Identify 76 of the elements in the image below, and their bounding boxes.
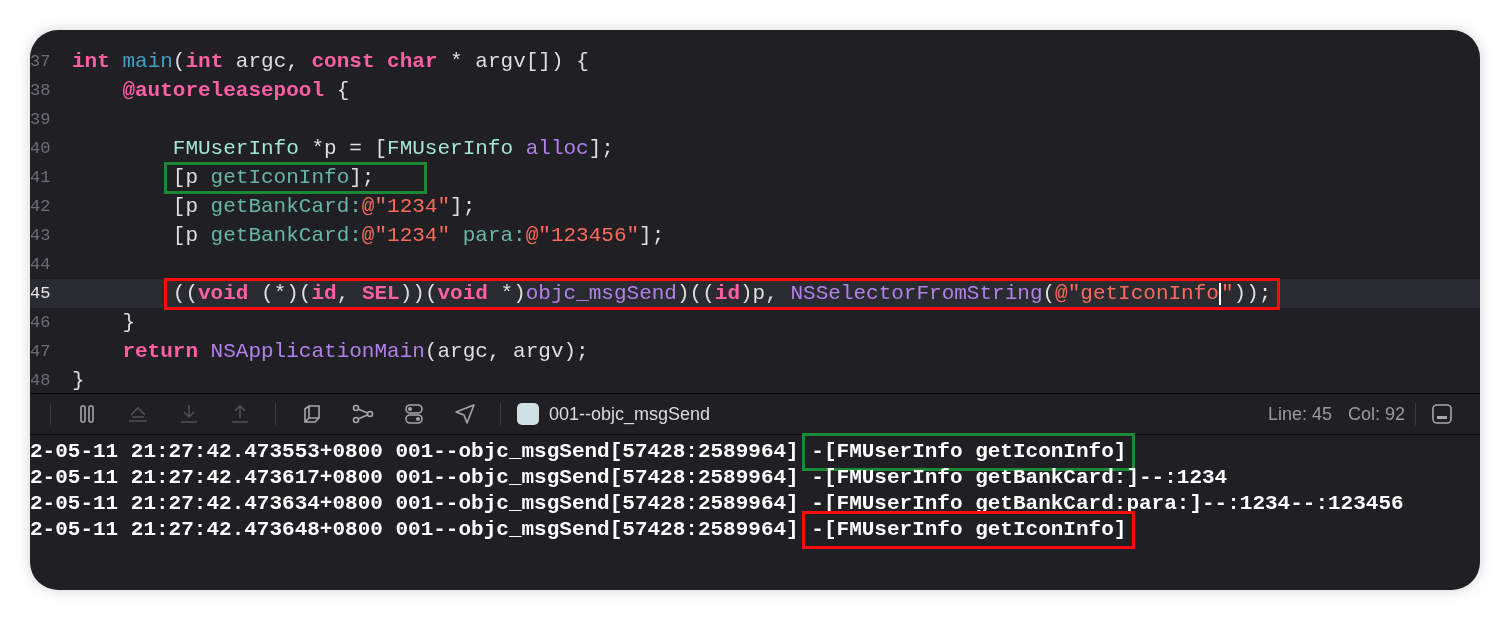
code-text: getBankCard:: [210, 222, 362, 249]
line-number: 40: [30, 137, 52, 160]
code-text: SEL: [361, 280, 400, 307]
code-text: objc_msgSend: [525, 280, 677, 307]
code-text: *): [499, 280, 526, 307]
code-text: int: [185, 48, 224, 75]
code-text: }: [72, 367, 85, 393]
line-number: 47: [30, 340, 52, 363]
code-text: @"getIconInfo: [1055, 280, 1219, 307]
code-text: {: [335, 77, 350, 104]
code-text: ];: [639, 222, 665, 249]
code-text: void: [198, 280, 249, 307]
log-text: -[FMUserInfo getIconInfo]: [811, 517, 1127, 544]
code-text: @"123456": [525, 222, 640, 249]
line-indicator: Line: 45: [1267, 402, 1332, 426]
code-text: (*)(: [260, 280, 312, 307]
code-text: void: [437, 280, 488, 307]
code-text: const char: [311, 48, 438, 75]
code-text: ];: [450, 193, 476, 220]
app-icon: [517, 403, 539, 425]
code-text: ,: [336, 280, 351, 307]
location-arrow-icon: [452, 402, 477, 426]
code-text: [p: [172, 164, 199, 191]
log-text: 2-05-11 21:27:42.473553+0800 001--objc_msgSend[57428:2589964]: [30, 439, 800, 466]
code-text: ];: [588, 135, 614, 162]
code-text: }: [122, 309, 135, 336]
log-text: -[FMUserInfo getIconInfo]: [811, 439, 1127, 466]
code-text: FMUserInfo: [387, 135, 515, 162]
line-number: 37: [30, 50, 52, 73]
code-text: ));: [1233, 280, 1272, 307]
text-cursor: [1218, 282, 1221, 305]
code-text: @"1234": [361, 193, 451, 220]
code-text: ": [1220, 280, 1234, 307]
panel-icon: [1430, 402, 1454, 426]
line-number: 39: [30, 108, 52, 131]
code-text: ))(: [399, 280, 438, 307]
code-text: NSApplicationMain: [210, 338, 425, 365]
log-text: 2-05-11 21:27:42.473634+0800 001--objc_msgSend[57428:2589964] -[FMUserInfo getBankCard:para:]--:1234--:123456: [30, 491, 1404, 518]
code-text: (argc, argv);: [424, 338, 589, 365]
line-number: 38: [30, 79, 52, 102]
code-text: getBankCard:: [210, 193, 362, 220]
log-text: 2-05-11 21:27:42.473648+0800 001--objc_msgSend[57428:2589964]: [30, 517, 800, 544]
code-text: id: [311, 280, 337, 307]
code-text: *p = [: [310, 135, 388, 162]
code-text: FMUserInfo: [172, 135, 299, 162]
line-number: 44: [30, 253, 52, 276]
code-text: ];: [349, 164, 375, 191]
line-number: 48: [30, 369, 52, 392]
code-text: id: [714, 280, 740, 307]
scheme-name[interactable]: 001--objc_msgSend: [549, 400, 711, 428]
code-text: @autoreleasepool: [122, 77, 325, 104]
line-number: 42: [30, 195, 52, 218]
line-number: 46: [30, 311, 52, 334]
code-text: @"1234": [361, 222, 452, 249]
log-text: 2-05-11 21:27:42.473617+0800 001--objc_msgSend[57428:2589964] -[FMUserInfo getBankCard:]--:1234: [30, 465, 1228, 492]
code-text: NSSelectorFromString: [790, 280, 1043, 307]
code-text: (: [1042, 280, 1056, 307]
code-text: )((: [677, 280, 715, 307]
code-text: argc,: [234, 48, 300, 75]
line-number: 41: [30, 166, 52, 189]
code-text: alloc: [525, 135, 589, 162]
code-text: return: [122, 338, 199, 365]
code-text: int: [72, 48, 111, 75]
line-number: 45: [30, 282, 52, 305]
code-text: * argv[]) {: [449, 48, 589, 75]
code-text: main: [122, 48, 173, 75]
code-text: [p: [172, 222, 199, 249]
graph-icon: [350, 402, 375, 426]
code-text: (: [172, 48, 186, 75]
line-number: 43: [30, 224, 52, 247]
code-text: para:: [462, 222, 526, 249]
code-text: getIconInfo: [210, 164, 350, 191]
code-text: [p: [172, 193, 199, 220]
code-text: )p,: [740, 280, 779, 307]
column-indicator: Col: 92: [1347, 402, 1405, 426]
code-text: ((: [172, 280, 198, 307]
